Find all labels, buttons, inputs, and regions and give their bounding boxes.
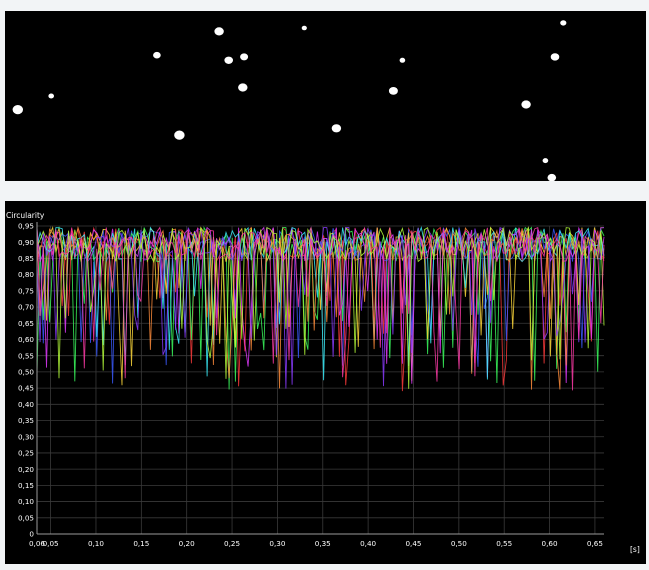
y-tick-label: 0,70	[18, 303, 34, 312]
y-tick-label: 0,80	[18, 270, 34, 279]
y-tick-label: 0	[29, 530, 34, 539]
particle-blob	[174, 130, 185, 140]
particle-blob	[521, 100, 531, 109]
chart-canvas: Circularity [s] 0 0,05 0,10 0,15 0,20 0,25 0,3…	[6, 211, 640, 554]
y-tick-label: 0,30	[18, 432, 34, 441]
x-tick-label: 0,30	[269, 539, 285, 548]
particle-image	[5, 11, 646, 181]
x-tick-label: 0,60	[542, 539, 558, 548]
particle-blob	[301, 25, 307, 31]
y-tick-label: 0,35	[18, 416, 34, 425]
particle-blob	[214, 27, 224, 36]
y-tick-label: 0,65	[18, 319, 34, 328]
x-tick-label: 0,15	[133, 539, 149, 548]
y-tick-label: 0,40	[18, 400, 34, 409]
y-axis-label: Circularity	[6, 211, 45, 220]
x-axis-unit: [s]	[630, 545, 640, 554]
x-tick-label: 0,35	[315, 539, 331, 548]
y-tick-label: 0,90	[18, 238, 34, 247]
particle-blob	[153, 51, 161, 59]
particle-blob	[238, 83, 248, 92]
particle-blob	[560, 20, 567, 26]
y-tick-label: 0,85	[18, 254, 34, 263]
x-tick-label: 0,20	[179, 539, 195, 548]
y-tick-label: 0,55	[18, 351, 34, 360]
circularity-chart: Circularity [s] 0 0,05 0,10 0,15 0,20 0,25 0,3…	[5, 201, 646, 564]
x-tick-label: 0,55	[496, 539, 512, 548]
y-tick-label: 0,50	[18, 367, 34, 376]
particle-blob	[331, 124, 342, 133]
y-tick-label: 0,25	[18, 449, 34, 458]
y-tick-label: 0,60	[18, 335, 34, 344]
x-tick-label: 0,40	[360, 539, 376, 548]
x-tick-label: 0,45	[405, 539, 421, 548]
y-tick-label: 0,95	[18, 222, 34, 231]
y-tick-label: 0,20	[18, 465, 34, 474]
x-tick-label: 0,50	[451, 539, 467, 548]
particle-blob	[240, 53, 249, 61]
particle-blob	[12, 105, 23, 115]
y-tick-label: 0,05	[18, 513, 34, 522]
y-tick-label: 0,75	[18, 286, 34, 295]
particle-blob	[48, 93, 54, 99]
x-tick-label: 0,65	[587, 539, 603, 548]
y-tick-label: 0,15	[18, 481, 34, 490]
x-tick-label: 0,05	[43, 539, 59, 548]
y-tick-label: 0,10	[18, 497, 34, 506]
particle-blob	[542, 158, 549, 164]
particle-image-canvas	[12, 20, 567, 181]
particle-blob	[388, 87, 398, 95]
y-tick-label: 0,45	[18, 384, 34, 393]
particle-blob	[399, 57, 406, 63]
chart-series	[36, 225, 605, 392]
x-tick-label: 0,10	[88, 539, 104, 548]
particle-blob	[547, 173, 557, 181]
x-tick-label: 0,25	[224, 539, 240, 548]
particle-blob	[550, 53, 560, 61]
particle-blob	[224, 56, 233, 64]
